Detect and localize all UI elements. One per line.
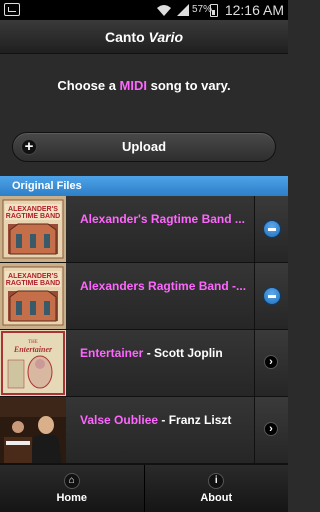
song-artist: - Franz Liszt — [158, 413, 232, 427]
clock: 12:16 AM — [224, 2, 284, 18]
app-title-vario: Vario — [148, 29, 184, 45]
prompt-midi: MIDI — [119, 78, 147, 93]
song-title: Entertainer — [80, 346, 144, 360]
list-item[interactable]: ALEXANDER'S RAGTIME BAND Alexander's Rag… — [0, 196, 288, 263]
notification-icon — [4, 3, 20, 16]
list-item[interactable]: Valse Oubliee - Franz Liszt › — [0, 397, 288, 464]
section-header-original-files: Original Files — [0, 176, 288, 196]
bottom-nav: ⌂ Home i About — [0, 464, 288, 512]
minus-icon — [263, 220, 281, 238]
plus-icon: + — [21, 139, 37, 155]
info-icon: i — [208, 473, 225, 489]
app-title-canto: Canto — [104, 29, 145, 45]
battery-icon — [210, 4, 218, 17]
song-title: Valse Oubliee — [80, 413, 159, 427]
tab-about-label: About — [200, 492, 233, 504]
remove-button[interactable] — [254, 263, 288, 329]
file-title: Valse Oubliee - Franz Liszt — [80, 413, 248, 427]
svg-text:Entertainer: Entertainer — [13, 345, 53, 354]
upload-button[interactable]: + Upload — [12, 132, 276, 162]
sheet-music-cover-thumbnail: ALEXANDER'S RAGTIME BAND — [0, 263, 66, 329]
open-button[interactable]: › — [254, 397, 288, 463]
chevron-right-icon: › — [264, 422, 278, 436]
status-bar: 57% 12:16 AM — [0, 0, 288, 20]
app-header: Canto Vario — [0, 20, 288, 54]
battery-percent: 57% — [192, 4, 213, 15]
sheet-music-cover-thumbnail: THE Entertainer — [0, 330, 66, 396]
song-title: Alexander's Ragtime Band ... — [80, 212, 245, 226]
file-title: Alexanders Ragtime Band -... — [80, 279, 248, 293]
remove-button[interactable] — [254, 196, 288, 262]
file-title: Entertainer - Scott Joplin — [80, 346, 248, 360]
list-item[interactable]: THE Entertainer Entertainer - Scott Jopl… — [0, 330, 288, 397]
file-title: Alexander's Ragtime Band ... — [80, 212, 248, 226]
chevron-right-icon: › — [264, 355, 278, 369]
svg-text:RAGTIME BAND: RAGTIME BAND — [6, 213, 60, 220]
song-title: Alexanders Ragtime Band -... — [80, 279, 247, 293]
tab-home-label: Home — [56, 492, 88, 504]
app-title: Canto Vario — [105, 29, 183, 45]
home-icon: ⌂ — [63, 473, 80, 489]
file-list: ALEXANDER'S RAGTIME BAND Alexander's Rag… — [0, 196, 288, 464]
tab-about[interactable]: i About — [145, 465, 289, 512]
wifi-icon — [157, 5, 171, 16]
open-button[interactable]: › — [254, 330, 288, 396]
main-content: Choose a MIDI song to vary. + Upload Ori… — [0, 54, 288, 464]
prompt-before: Choose a — [57, 78, 120, 93]
list-item[interactable]: ALEXANDER'S RAGTIME BAND Alexanders Ragt… — [0, 263, 288, 330]
prompt-text: Choose a MIDI song to vary. — [0, 78, 288, 93]
svg-text:RAGTIME BAND: RAGTIME BAND — [6, 280, 60, 287]
upload-label: Upload — [121, 139, 167, 154]
prompt-after: song to vary. — [147, 78, 231, 93]
svg-text:ALEXANDER'S: ALEXANDER'S — [8, 273, 58, 280]
song-artist: - Scott Joplin — [143, 346, 223, 360]
tab-home[interactable]: ⌂ Home — [0, 465, 145, 512]
minus-icon — [263, 287, 281, 305]
sheet-music-cover-thumbnail: ALEXANDER'S RAGTIME BAND — [0, 196, 66, 262]
signal-icon — [177, 4, 189, 16]
composer-painting-thumbnail — [0, 397, 66, 463]
svg-text:ALEXANDER'S: ALEXANDER'S — [8, 206, 58, 213]
